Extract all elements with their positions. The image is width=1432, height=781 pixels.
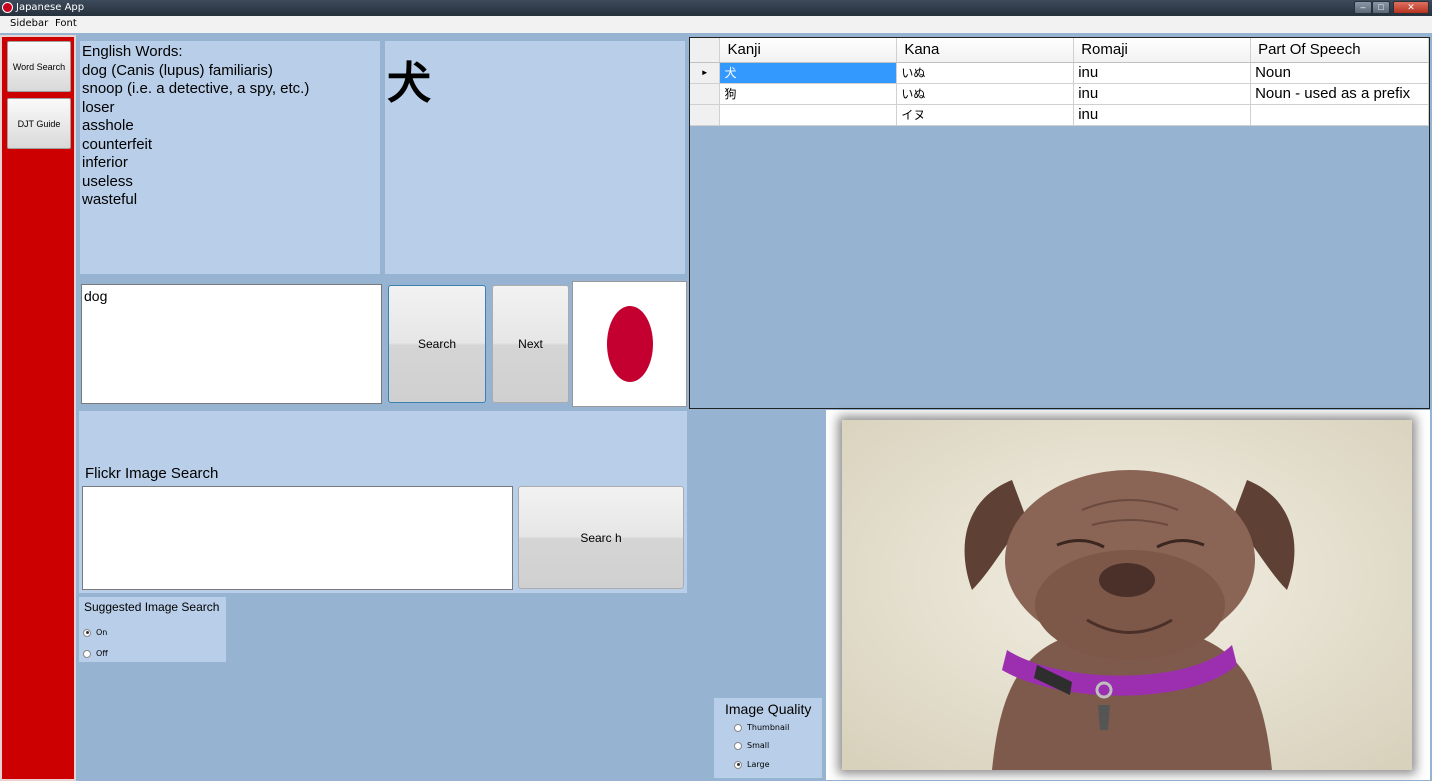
table-row[interactable]: 狗 いぬ inu Noun - used as a prefix	[690, 83, 1429, 105]
flickr-search-button[interactable]: Searc h	[518, 486, 684, 589]
kanji-display-panel: 犬	[385, 41, 685, 274]
maximize-button[interactable]: □	[1372, 1, 1390, 14]
row-header	[690, 83, 721, 105]
radio-small-icon[interactable]	[734, 741, 742, 750]
search-button[interactable]: Search	[388, 285, 486, 403]
radio-on-label: On	[96, 628, 108, 637]
english-word: loser	[82, 98, 115, 116]
english-words-title: English Words:	[82, 43, 183, 60]
close-button[interactable]: ✕	[1393, 1, 1429, 14]
english-word: asshole	[82, 117, 134, 134]
table-row[interactable]: イヌ inu	[690, 104, 1429, 126]
word-search-input[interactable]: dog	[81, 284, 382, 404]
cell-kanji[interactable]	[719, 104, 898, 126]
radio-on-icon[interactable]	[83, 628, 91, 637]
radio-thumbnail[interactable]: Thumbnail	[734, 723, 789, 732]
results-grid[interactable]: Kanji Kana Romaji Part Of Speech ► 犬 いぬ …	[689, 37, 1430, 409]
cell-kanji[interactable]: 犬	[719, 62, 898, 84]
flag-sun-circle	[607, 306, 653, 382]
english-words-panel: English Words: dog (Canis (lupus) famili…	[80, 41, 380, 274]
column-header-kana[interactable]: Kana	[896, 38, 1075, 63]
radio-small-label: Small	[747, 741, 770, 750]
english-word: counterfeit	[82, 135, 153, 153]
grid-corner	[690, 38, 721, 63]
dog-photo-illustration	[842, 420, 1412, 770]
english-word: useless	[82, 172, 133, 190]
minimize-button[interactable]: –	[1354, 1, 1372, 14]
english-word: dog (Canis (lupus) familiaris)	[82, 61, 273, 79]
cell-kanji[interactable]: 狗	[719, 83, 898, 105]
next-button[interactable]: Next	[492, 285, 569, 403]
app-icon	[2, 2, 13, 13]
radio-large-label: Large	[747, 760, 770, 769]
title-bar: Japanese App – □ ✕	[0, 0, 1432, 16]
cell-romaji[interactable]: inu	[1073, 62, 1252, 84]
current-row-indicator-icon: ►	[690, 62, 721, 84]
suggested-image-search-title: Suggested Image Search	[84, 600, 220, 614]
radio-thumbnail-icon[interactable]	[734, 723, 742, 732]
cell-romaji[interactable]: inu	[1073, 104, 1252, 126]
cell-romaji[interactable]: inu	[1073, 83, 1252, 105]
column-header-part-of-speech[interactable]: Part Of Speech	[1250, 38, 1429, 63]
menu-font[interactable]: Font	[55, 18, 77, 29]
menu-bar: Sidebar Font	[0, 16, 1432, 33]
cell-part-of-speech[interactable]	[1250, 104, 1429, 126]
sidebar: Word Search DJT Guide	[0, 35, 76, 781]
cell-part-of-speech[interactable]: Noun	[1250, 62, 1429, 84]
cell-part-of-speech[interactable]: Noun - used as a prefix	[1250, 83, 1429, 105]
cell-kana[interactable]: いぬ	[896, 62, 1075, 84]
radio-large-icon[interactable]	[734, 760, 742, 769]
menu-sidebar[interactable]: Sidebar	[10, 18, 48, 29]
column-header-kanji[interactable]: Kanji	[719, 38, 898, 63]
radio-off-icon[interactable]	[83, 649, 91, 658]
radio-thumbnail-label: Thumbnail	[747, 723, 790, 732]
radio-off[interactable]: Off	[83, 649, 108, 658]
row-header	[690, 104, 721, 126]
radio-large[interactable]: Large	[734, 760, 770, 769]
suggested-image-search-group: Suggested Image Search On Off	[79, 597, 226, 662]
window-title: Japanese App	[16, 2, 85, 13]
radio-small[interactable]: Small	[734, 741, 769, 750]
english-word: snoop (i.e. a detective, a spy, etc.)	[82, 80, 310, 97]
sidebar-item-word-search[interactable]: Word Search	[7, 41, 71, 92]
cell-kana[interactable]: イヌ	[896, 104, 1075, 126]
column-header-romaji[interactable]: Romaji	[1073, 38, 1252, 63]
image-quality-title: Image Quality	[725, 701, 812, 717]
image-quality-group: Image Quality Thumbnail Small Large	[714, 698, 822, 778]
dog-photo	[842, 420, 1412, 770]
radio-on[interactable]: On	[83, 628, 107, 637]
table-row[interactable]: ► 犬 いぬ inu Noun	[690, 62, 1429, 84]
sidebar-item-djt-guide[interactable]: DJT Guide	[7, 98, 71, 149]
english-word: inferior	[82, 154, 128, 171]
flickr-search-input[interactable]	[82, 486, 513, 590]
kanji-display: 犬	[387, 58, 431, 109]
grid-header-row: Kanji Kana Romaji Part Of Speech	[690, 38, 1429, 63]
japan-flag-icon	[572, 281, 687, 407]
radio-off-label: Off	[96, 649, 108, 658]
flickr-search-label: Flickr Image Search	[85, 465, 219, 482]
english-word: wasteful	[82, 191, 138, 208]
cell-kana[interactable]: いぬ	[896, 83, 1075, 105]
